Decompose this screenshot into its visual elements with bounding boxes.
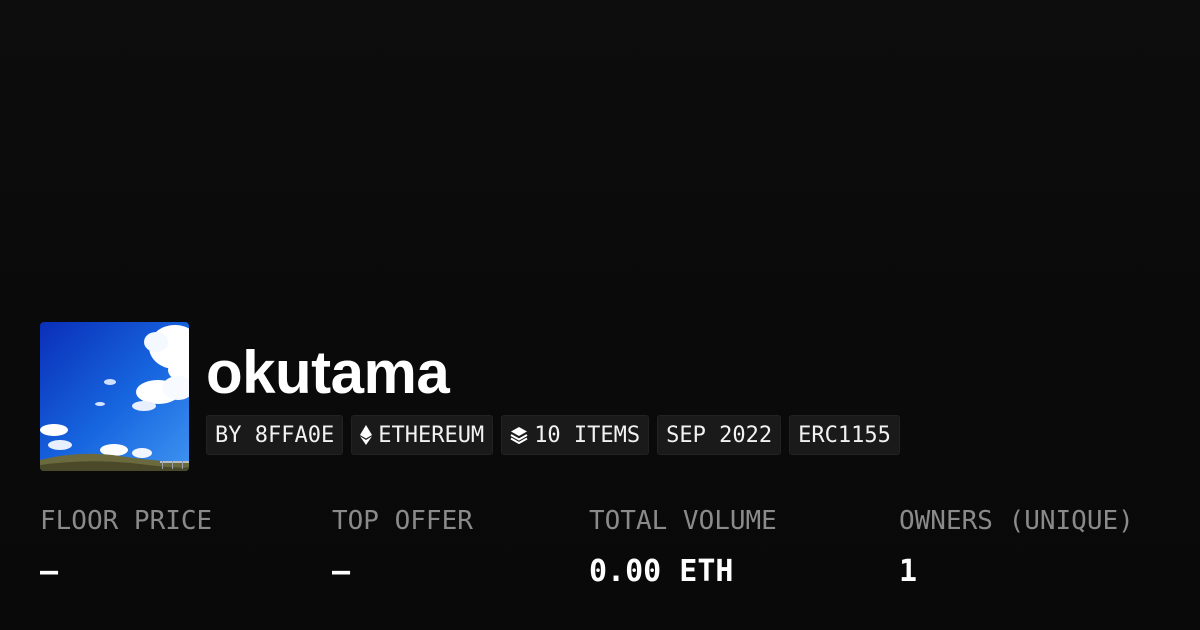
total-volume-value: 0.00 ETH [589,554,734,589]
date-label: SEP 2022 [666,422,773,448]
items-tag[interactable]: 10 ITEMS [501,415,650,455]
owners-stat: OWNERS (UNIQUE) 1 [899,505,1134,589]
top-offer-value: – [332,554,351,589]
standard-tag: ERC1155 [789,415,900,455]
creator-label: BY 8FFA0E [215,422,335,448]
standard-label: ERC1155 [798,422,891,448]
date-tag: SEP 2022 [657,415,782,455]
top-offer-label: TOP OFFER [332,506,473,536]
items-label: 10 ITEMS [534,422,641,448]
chain-label: ETHEREUM [378,422,485,448]
layers-icon [510,426,528,444]
floor-price-label: FLOOR PRICE [40,506,213,536]
top-offer-stat: TOP OFFER – [332,505,473,589]
creator-tag[interactable]: BY 8FFA0E [206,415,344,455]
floor-price-stat: FLOOR PRICE – [40,505,212,589]
collection-stats: FLOOR PRICE – TOP OFFER – TOTAL VOLUME 0… [0,505,1200,605]
owners-value: 1 [899,554,918,589]
owners-label: OWNERS (UNIQUE) [899,506,1134,536]
total-volume-stat: TOTAL VOLUME 0.00 ETH [589,505,777,589]
collection-title: okutama [206,339,450,406]
chain-tag[interactable]: ETHEREUM [351,415,494,455]
total-volume-label: TOTAL VOLUME [589,506,777,536]
collection-avatar [40,322,189,471]
floor-price-value: – [40,554,59,589]
collection-tags: BY 8FFA0E ETHEREUM 10 ITEMS SEP 2022 ERC… [206,415,900,455]
ethereum-icon [360,425,373,445]
